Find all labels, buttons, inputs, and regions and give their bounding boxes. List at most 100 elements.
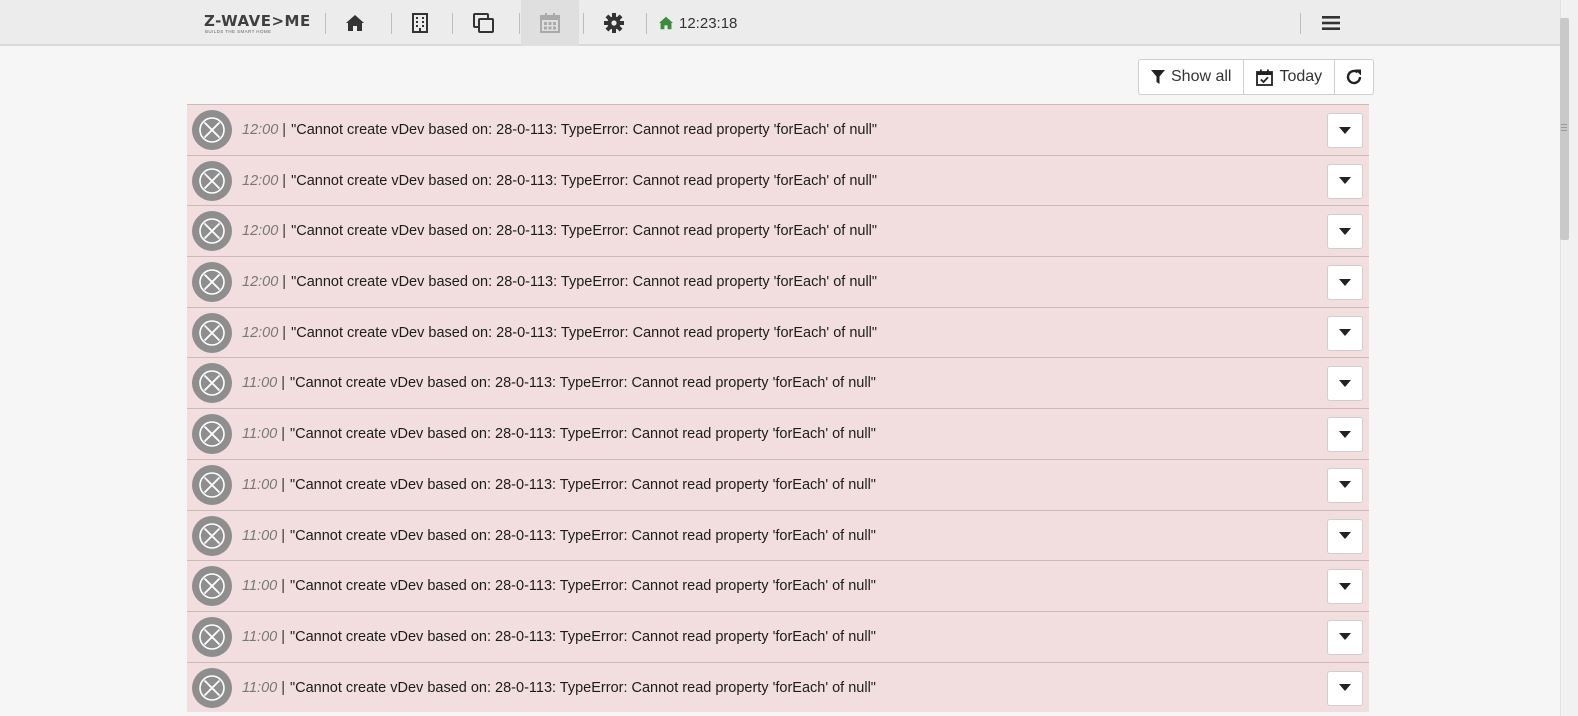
event-row: 11:00 | "Cannot create vDev based on: 28…: [187, 610, 1369, 662]
event-message: "Cannot create vDev based on: 28-0-113: …: [291, 172, 878, 189]
calendar-check-icon: [1256, 69, 1274, 86]
event-row: 11:00 | "Cannot create vDev based on: 28…: [187, 357, 1369, 409]
event-separator: |: [282, 223, 287, 240]
event-time: 12:00: [242, 122, 279, 138]
event-separator: |: [281, 375, 285, 392]
event-row: 11:00 | "Cannot create vDev based on: 28…: [187, 458, 1369, 510]
caret-down-icon: [1339, 278, 1351, 286]
event-message: "Cannot create vDev based on: 28-0-113: …: [291, 223, 878, 240]
event-separator: |: [281, 578, 285, 595]
caret-down-icon: [1339, 227, 1351, 235]
event-separator: |: [282, 324, 287, 341]
event-row: 12:00 | "Cannot create vDev based on: 28…: [187, 205, 1369, 257]
event-expand-button[interactable]: [1327, 315, 1363, 351]
scrollbar-grip: [1561, 124, 1567, 131]
caret-down-icon: [1339, 684, 1351, 692]
error-circle-x-icon: [192, 667, 232, 708]
nav-divider: [519, 13, 520, 34]
error-circle-x-icon: [192, 312, 232, 353]
caret-down-icon: [1339, 329, 1351, 337]
event-time: 11:00: [242, 426, 278, 443]
clone-icon: [473, 13, 494, 33]
top-navbar: Z-WAVE>ME BUILDS THE SMART HOME 12:23:18: [0, 0, 1560, 46]
event-separator: |: [281, 426, 285, 443]
nav-divider: [646, 13, 647, 34]
error-circle-x-icon: [192, 262, 232, 303]
main-menu-button[interactable]: [1313, 0, 1349, 46]
zwave-me-logo[interactable]: Z-WAVE>ME BUILDS THE SMART HOME: [204, 13, 314, 37]
event-separator: |: [281, 679, 285, 696]
event-time: 11:00: [242, 527, 278, 544]
event-separator: |: [282, 172, 287, 189]
event-message-line: 11:00 | "Cannot create vDev based on: 28…: [242, 460, 876, 510]
nav-rooms-button[interactable]: [391, 0, 449, 46]
system-clock: 12:23:18: [658, 0, 737, 46]
caret-down-icon: [1339, 582, 1351, 590]
event-message-line: 12:00 | "Cannot create vDev based on: 28…: [242, 308, 877, 358]
nav-events-button[interactable]: [521, 0, 579, 46]
event-message-line: 11:00 | "Cannot create vDev based on: 28…: [242, 409, 876, 459]
event-time: 11:00: [242, 375, 278, 392]
event-expand-button[interactable]: [1327, 518, 1363, 554]
event-message-line: 11:00 | "Cannot create vDev based on: 28…: [242, 663, 876, 713]
error-circle-x-icon: [192, 414, 232, 455]
nav-divider: [1300, 13, 1301, 34]
caret-down-icon: [1339, 126, 1351, 134]
event-expand-button[interactable]: [1327, 265, 1363, 301]
event-time: 12:00: [242, 223, 279, 240]
event-separator: |: [281, 527, 285, 544]
home-icon: [346, 15, 364, 31]
event-row: 12:00 | "Cannot create vDev based on: 28…: [187, 104, 1369, 155]
event-row: 11:00 | "Cannot create vDev based on: 28…: [187, 661, 1369, 713]
refresh-button[interactable]: [1335, 60, 1373, 94]
show-all-button[interactable]: Show all: [1139, 60, 1245, 94]
calendar-icon: [540, 13, 560, 33]
event-expand-button[interactable]: [1327, 417, 1363, 453]
event-message: "Cannot create vDev based on: 28-0-113: …: [291, 122, 878, 138]
event-expand-button[interactable]: [1327, 569, 1363, 605]
gear-icon: [604, 13, 624, 33]
brand-name: Z-WAVE>ME: [204, 12, 311, 30]
event-message: "Cannot create vDev based on: 28-0-113: …: [290, 476, 876, 493]
nav-home-button[interactable]: [326, 0, 384, 46]
today-label: Today: [1279, 68, 1323, 85]
event-expand-button[interactable]: [1327, 467, 1363, 503]
event-expand-button[interactable]: [1327, 214, 1363, 250]
event-message: "Cannot create vDev based on: 28-0-113: …: [290, 426, 876, 443]
event-message: "Cannot create vDev based on: 28-0-113: …: [291, 274, 878, 291]
event-separator: |: [281, 628, 285, 645]
caret-down-icon: [1339, 481, 1351, 489]
caret-down-icon: [1339, 532, 1351, 539]
error-circle-x-icon: [192, 566, 232, 607]
event-expand-button[interactable]: [1327, 670, 1363, 706]
error-circle-x-icon: [192, 110, 232, 150]
event-time: 11:00: [242, 628, 278, 645]
building-icon: [412, 13, 428, 33]
event-expand-button[interactable]: [1327, 113, 1363, 148]
event-separator: |: [282, 274, 287, 291]
home-icon: [659, 16, 673, 30]
event-message: "Cannot create vDev based on: 28-0-113: …: [291, 324, 878, 341]
event-row: 11:00 | "Cannot create vDev based on: 28…: [187, 408, 1369, 459]
event-time: 11:00: [242, 679, 278, 696]
caret-down-icon: [1339, 430, 1351, 438]
event-message-line: 11:00 | "Cannot create vDev based on: 28…: [242, 358, 876, 408]
caret-down-icon: [1339, 379, 1351, 387]
nav-elements-button[interactable]: [455, 0, 513, 46]
nav-divider: [452, 13, 453, 34]
caret-down-icon: [1339, 633, 1351, 641]
event-expand-button[interactable]: [1327, 366, 1363, 402]
event-time: 11:00: [242, 476, 278, 493]
error-circle-x-icon: [192, 160, 232, 201]
error-circle-x-icon: [192, 211, 232, 252]
nav-settings-button[interactable]: [585, 0, 643, 46]
event-row: 12:00 | "Cannot create vDev based on: 28…: [187, 154, 1369, 206]
event-expand-button[interactable]: [1327, 163, 1363, 199]
today-button[interactable]: Today: [1244, 60, 1336, 94]
filter-icon: [1151, 69, 1165, 84]
event-message-line: 12:00 | "Cannot create vDev based on: 28…: [242, 156, 877, 206]
event-filter-toolbar: Show all Today: [1138, 59, 1375, 95]
event-message: "Cannot create vDev based on: 28-0-113: …: [290, 679, 876, 696]
error-circle-x-icon: [192, 363, 232, 404]
event-expand-button[interactable]: [1327, 619, 1363, 655]
